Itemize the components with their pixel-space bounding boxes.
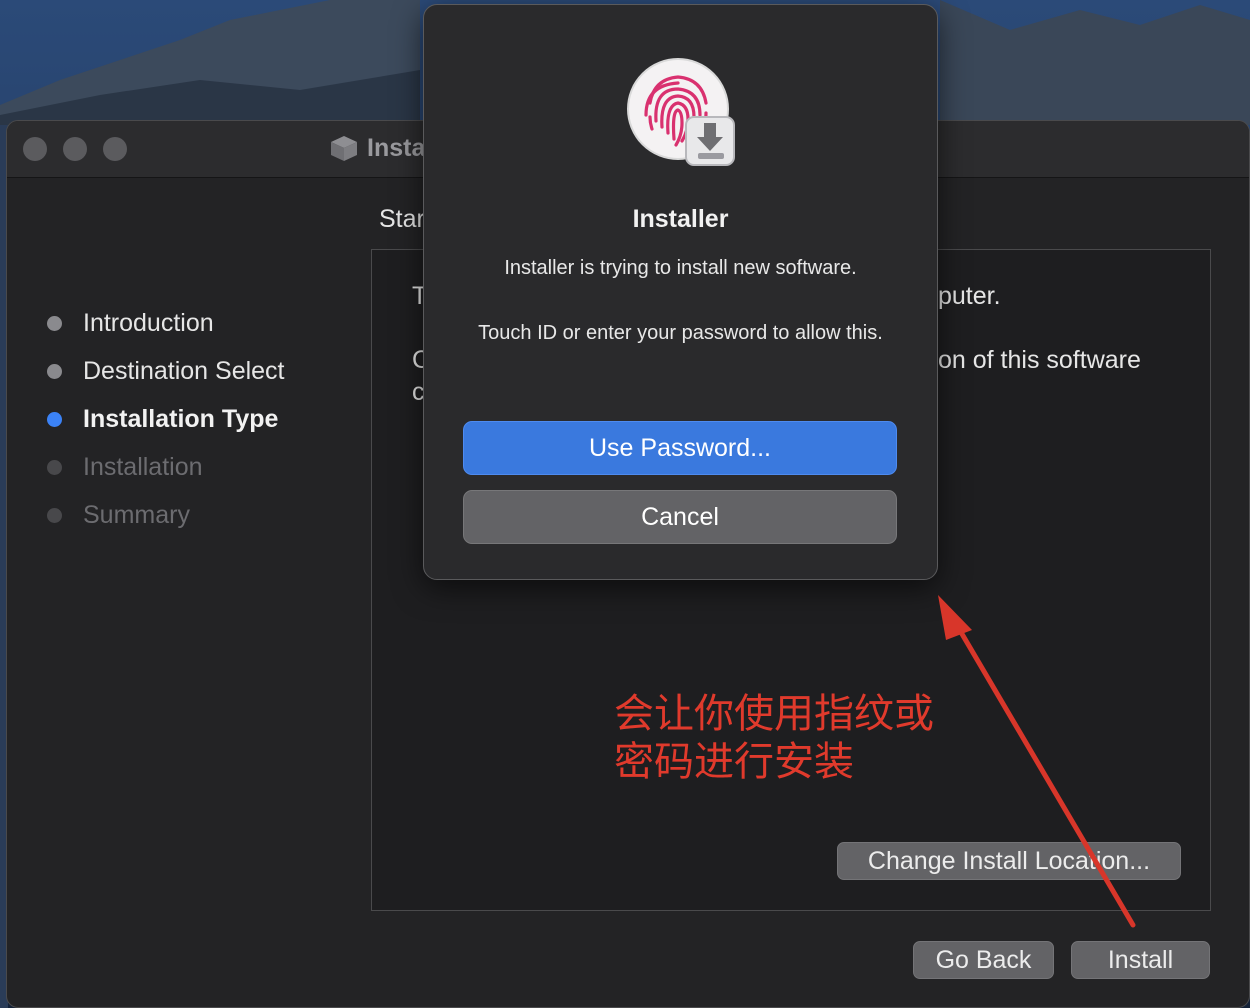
step-dot <box>47 460 62 475</box>
zoom-window-button[interactable] <box>103 137 127 161</box>
step-dot <box>47 316 62 331</box>
dialog-title: Installer <box>632 205 729 233</box>
step-label: Installation <box>83 453 203 481</box>
step-dot <box>47 364 62 379</box>
step-label: Destination Select <box>83 357 285 385</box>
change-install-location-button[interactable]: Change Install Location... <box>837 842 1181 880</box>
touch-id-fingerprint-icon <box>627 58 735 166</box>
annotation-line1: 会让你使用指纹或 <box>614 691 934 737</box>
authorization-dialog: Installer Installer is trying to install… <box>423 4 938 580</box>
close-window-button[interactable] <box>23 137 47 161</box>
step-label: Installation Type <box>83 405 279 433</box>
go-back-button[interactable]: Go Back <box>913 941 1054 979</box>
use-password-button[interactable]: Use Password... <box>463 421 897 475</box>
step-dot-current <box>47 412 62 427</box>
step-label: Introduction <box>83 309 214 337</box>
content-text-line1-right: puter. <box>938 282 1001 310</box>
annotation-text: 会让你使用指纹或 密码进行安装 <box>614 690 934 786</box>
annotation-line2: 密码进行安装 <box>614 739 854 785</box>
minimize-window-button[interactable] <box>63 137 87 161</box>
package-icon <box>331 136 357 161</box>
step-dot <box>47 508 62 523</box>
dialog-message: Installer is trying to install new softw… <box>504 257 857 279</box>
cancel-button[interactable]: Cancel <box>463 490 897 544</box>
dialog-informative-text: Touch ID or enter your password to allow… <box>478 322 883 344</box>
install-button[interactable]: Install <box>1071 941 1210 979</box>
content-text-line2-right: on of this software <box>938 346 1141 374</box>
step-label: Summary <box>83 501 190 529</box>
pane-heading: Star <box>379 205 425 233</box>
